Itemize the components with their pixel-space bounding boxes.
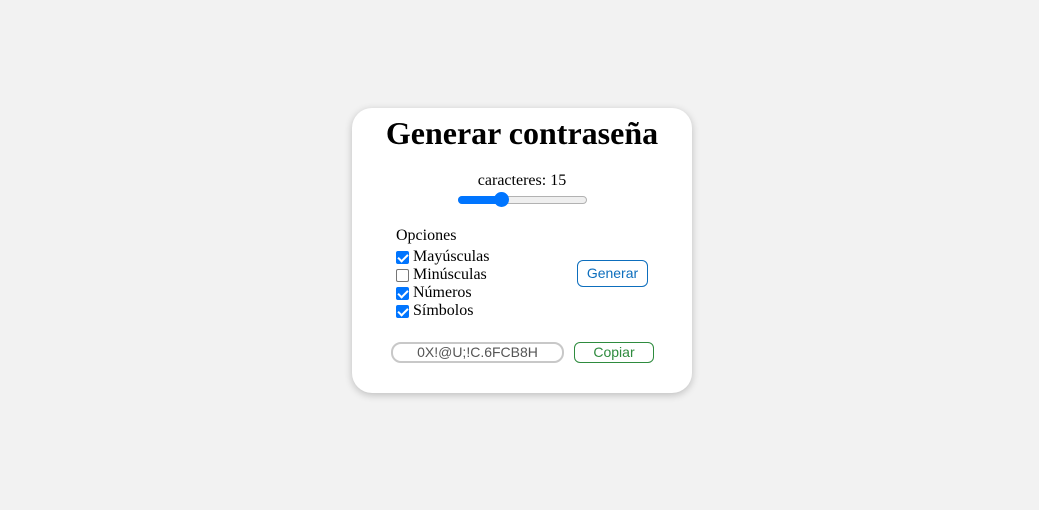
page-title: Generar contraseña xyxy=(385,115,659,151)
copy-button[interactable]: Copiar xyxy=(574,342,654,363)
length-slider[interactable] xyxy=(458,191,587,207)
uppercase-checkbox[interactable] xyxy=(396,250,409,264)
password-generator-card: Generar contraseña caracteres: 15 Opcion… xyxy=(352,108,692,393)
numbers-checkbox[interactable] xyxy=(396,286,409,300)
slider-thumb[interactable] xyxy=(493,192,509,207)
generate-button[interactable]: Generar xyxy=(577,260,648,287)
option-symbols[interactable]: Símbolos xyxy=(396,302,473,320)
option-uppercase-label: Mayúsculas xyxy=(413,248,490,265)
length-value: 15 xyxy=(550,172,567,189)
option-symbols-label: Símbolos xyxy=(413,302,474,319)
option-lowercase-label: Minúsculas xyxy=(413,266,487,283)
options-title: Opciones xyxy=(396,227,457,244)
lowercase-checkbox[interactable] xyxy=(396,268,409,282)
option-uppercase[interactable]: Mayúsculas xyxy=(396,248,489,266)
length-label-text: caracteres: xyxy=(477,172,547,189)
option-numbers-label: Números xyxy=(413,284,472,301)
option-lowercase[interactable]: Minúsculas xyxy=(396,266,487,284)
password-output-field[interactable]: 0X!@U;!C.6FCB8H xyxy=(391,342,564,363)
option-numbers[interactable]: Números xyxy=(396,284,472,302)
symbols-checkbox[interactable] xyxy=(396,304,409,318)
length-label: caracteres: 15 xyxy=(352,171,692,191)
